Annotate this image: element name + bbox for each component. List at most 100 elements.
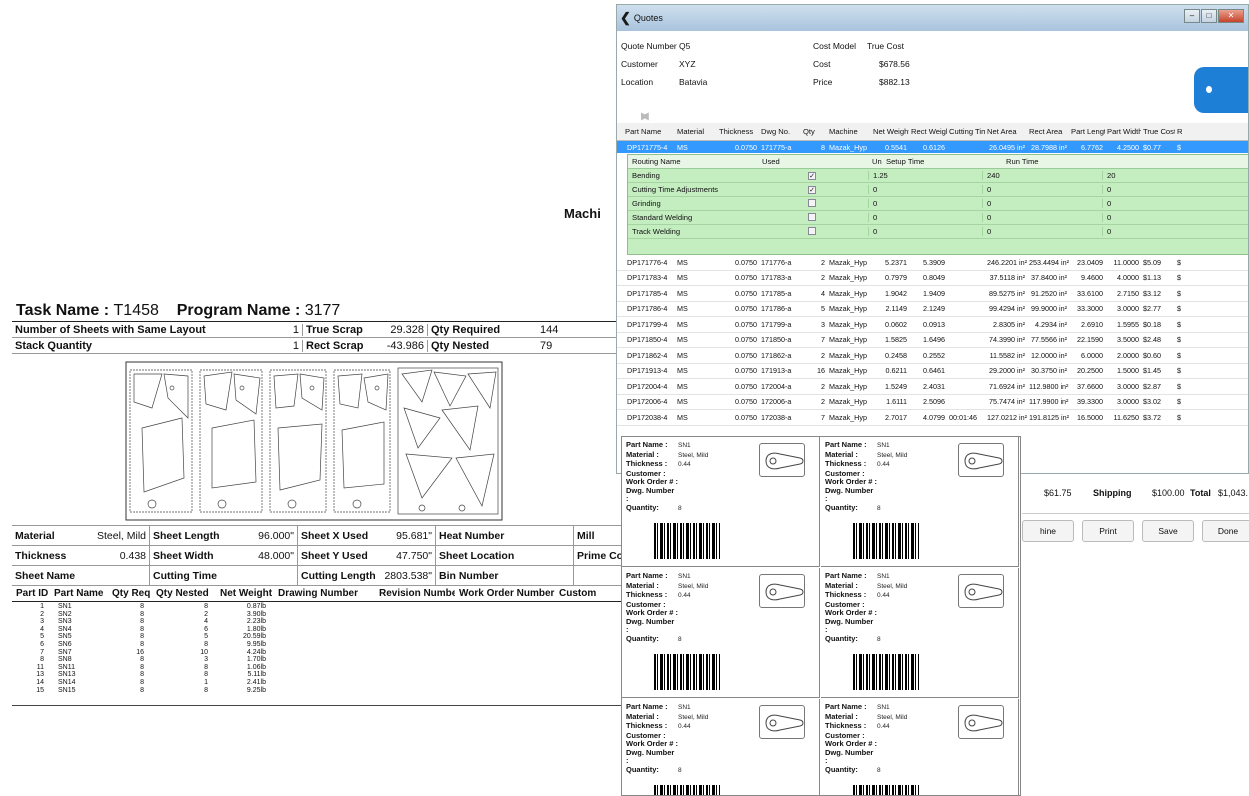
routing-cost[interactable]: 0 [868, 213, 982, 222]
last-record-icon[interactable]: ▶ [641, 111, 649, 122]
back-arrow-icon[interactable]: ❮ [620, 10, 631, 26]
parts-cell: 6 [40, 640, 44, 648]
task-name-label: Task Name : [16, 302, 110, 319]
grid-cell: 2.5096 [923, 397, 945, 407]
part-thumbnail [759, 443, 805, 477]
grid-col-header[interactable]: Rect Weigh [909, 127, 947, 136]
grid-row[interactable]: DP171776-4 MS 0.0750 171776-a 2 Mazak_Hyp 5.23… [617, 255, 1248, 271]
save-button[interactable]: Save [1142, 520, 1194, 542]
routing-setup[interactable]: 0 [982, 185, 1102, 194]
routing-run[interactable]: 0 [1102, 227, 1222, 236]
routing-row[interactable]: Track Welding 0 0 0 [628, 225, 1248, 239]
grid-col-header[interactable]: Part Name [617, 127, 675, 136]
label-value: 8 [678, 635, 682, 643]
grid-col-header[interactable]: Thickness [717, 127, 759, 136]
qty-required-label: Qty Required [427, 323, 537, 336]
rect-scrap-label: Rect Scrap [302, 339, 372, 352]
grid-col-header[interactable]: R [1175, 127, 1185, 136]
grid-row[interactable]: DP171850-4 MS 0.0750 171850-a 7 Mazak_Hyp 1.58… [617, 332, 1248, 348]
routing-name: Bending [632, 171, 660, 180]
grid-col-header[interactable]: Qty [801, 127, 827, 136]
routing-row[interactable]: Cutting Time Adjustments ✓ 0 0 0 [628, 183, 1248, 197]
routing-used-checkbox[interactable] [808, 198, 816, 207]
grid-row[interactable]: DP171785-4 MS 0.0750 171785-a 4 Mazak_Hyp 1.90… [617, 286, 1248, 302]
heat-number-cell: Heat Number [436, 526, 574, 546]
grid-row[interactable]: DP171799-4 MS 0.0750 171799-a 3 Mazak_Hyp 0.06… [617, 317, 1248, 333]
grid-row[interactable]: DP171786-4 MS 0.0750 171786-a 5 Mazak_Hyp 2.11… [617, 301, 1248, 317]
grid-row[interactable]: DP171913-4 MS 0.0750 171913-a 16 Mazak_Hyp 0.6… [617, 363, 1248, 379]
routing-run[interactable]: 20 [1102, 171, 1222, 180]
routing-cost[interactable]: 1.25 [868, 171, 982, 180]
grid-col-header[interactable]: Part Length [1069, 127, 1105, 136]
grid-col-header[interactable]: Net Weight [871, 127, 909, 136]
grid-cell: $0.77 [1143, 142, 1161, 152]
label-key: Part Name : [626, 571, 668, 580]
grid-col-header[interactable]: Cutting Time [947, 127, 985, 136]
grid-cell: 2.0000 [1117, 350, 1139, 360]
routing-used-checkbox[interactable] [808, 226, 816, 235]
grid-row[interactable]: DP172038-4 MS 0.0750 172038-a 7 Mazak_Hyp 2.70… [617, 410, 1248, 426]
grid-cell: 171850-a [761, 335, 792, 345]
routing-row[interactable]: Grinding 0 0 0 [628, 197, 1248, 211]
grid-cell: DP171776-4 [627, 257, 668, 267]
grid-col-header[interactable]: Material [675, 127, 717, 136]
routing-used-checkbox[interactable]: ✓ [808, 186, 816, 194]
customer-value[interactable]: XYZ [679, 59, 696, 69]
grid-col-header[interactable]: Rect Area [1027, 127, 1069, 136]
close-button[interactable]: ✕ [1218, 9, 1244, 23]
routing-cost[interactable]: 0 [868, 227, 982, 236]
grid-col-header[interactable]: Net Area [985, 127, 1027, 136]
parts-cell: 7 [40, 648, 44, 656]
grid-row[interactable]: DP172004-4 MS 0.0750 172004-a 2 Mazak_Hyp 1.52… [617, 379, 1248, 395]
label-value: SN1 [877, 704, 890, 711]
routing-run[interactable]: 0 [1102, 185, 1222, 194]
sheet-info-grid: Material Steel, Mild Sheet Length 96.000" … [12, 526, 624, 586]
grid-cell: $1.45 [1143, 366, 1161, 376]
grid-cell: $0.18 [1143, 319, 1161, 329]
label-key: Material : [626, 580, 659, 590]
minimize-button[interactable]: – [1184, 9, 1200, 23]
part-label: Part Name : SN1 Material : Steel, Mild Thick… [821, 699, 1019, 795]
label-key: Dwg. Number : [825, 747, 874, 765]
routing-setup[interactable]: 0 [982, 227, 1102, 236]
machine-heading-partial: Machi [564, 206, 601, 221]
grid-col-header[interactable]: Part Width [1105, 127, 1141, 136]
routing-used-checkbox[interactable]: ✓ [808, 172, 816, 180]
part-thumbnail [958, 443, 1004, 477]
parts-cell: 8 [140, 633, 144, 641]
grid-row[interactable]: DP171862-4 MS 0.0750 171862-a 2 Mazak_Hyp 0.24… [617, 348, 1248, 364]
label-value: 0.44 [678, 723, 691, 730]
grid-col-header[interactable]: Machine [827, 127, 871, 136]
routing-row[interactable]: Standard Welding 0 0 0 [628, 211, 1248, 225]
location-value[interactable]: Batavia [679, 77, 707, 87]
grid-row[interactable]: DP172006-4 MS 0.0750 172006-a 2 Mazak_Hyp 1.61… [617, 394, 1248, 410]
grid-cell: 2.8305 in² [993, 319, 1025, 329]
routing-run[interactable]: 0 [1102, 199, 1222, 208]
cost-model-value[interactable]: True Cost [867, 41, 904, 51]
grid-col-header[interactable]: Dwg No. [759, 127, 801, 136]
done-button[interactable]: Done [1202, 520, 1249, 542]
brand-logo [1194, 67, 1248, 113]
part-thumbnail [958, 705, 1004, 739]
label-key: Material : [626, 711, 659, 721]
routing-run[interactable]: 0 [1102, 213, 1222, 222]
routing-cost[interactable]: 0 [868, 185, 982, 194]
routing-setup[interactable]: 0 [982, 213, 1102, 222]
selected-part-row[interactable]: DP171775-4 MS 0.0750 171775-a 8 Mazak_Hyp 0.55… [617, 141, 1248, 153]
routing-used-checkbox[interactable] [808, 212, 816, 221]
parts-col-header: Part ID [16, 588, 49, 599]
grid-row[interactable]: DP171783-4 MS 0.0750 171783-a 2 Mazak_Hyp 0.79… [617, 270, 1248, 286]
routing-cost[interactable]: 0 [868, 199, 982, 208]
machine-button[interactable]: hine [1022, 520, 1074, 542]
parts-col-header: Part Name [54, 588, 104, 599]
maximize-button[interactable]: □ [1201, 9, 1217, 23]
routing-setup[interactable]: 0 [982, 199, 1102, 208]
grid-col-header[interactable]: True Cost [1141, 127, 1175, 136]
routing-setup[interactable]: 240 [982, 171, 1102, 180]
print-button[interactable]: Print [1082, 520, 1134, 542]
parts-cell: 0.87lb [246, 603, 266, 610]
grid-cell: 0.7979 [885, 273, 907, 283]
label-value: 8 [877, 635, 881, 643]
quote-number-value[interactable]: Q5 [679, 41, 690, 51]
routing-row[interactable]: Bending ✓ 1.25 240 20 [628, 169, 1248, 183]
